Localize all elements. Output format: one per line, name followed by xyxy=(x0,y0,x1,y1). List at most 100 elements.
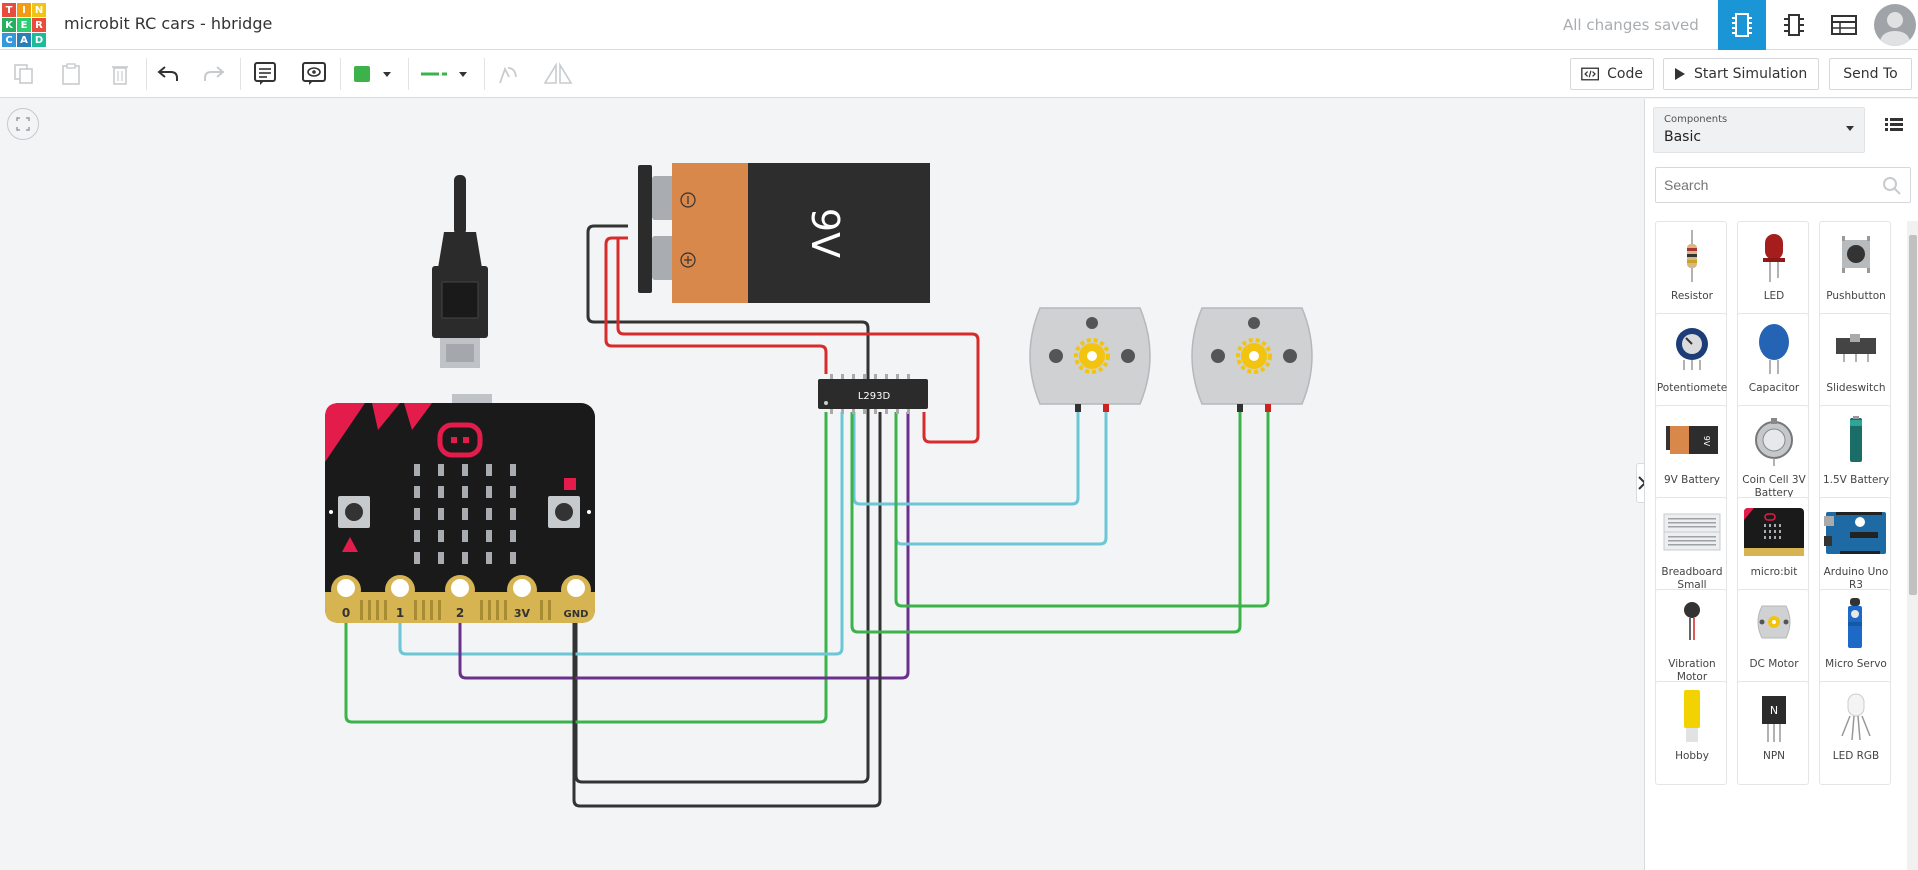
flip-icon xyxy=(543,62,573,84)
user-avatar[interactable] xyxy=(1874,4,1916,46)
circuit-drawing: 9V L293D 0 1 2 3V GND xyxy=(325,163,1313,808)
battery-label: 9V xyxy=(803,208,847,258)
component-hobby-gearmotor[interactable]: Hobby xyxy=(1655,681,1727,785)
component-search[interactable] xyxy=(1655,167,1911,203)
undo-button[interactable] xyxy=(152,58,184,90)
battery-9v: 9V xyxy=(638,163,930,303)
flip-button[interactable] xyxy=(542,58,574,90)
component-microbit[interactable]: micro:bit xyxy=(1737,497,1809,601)
component-led-rgb[interactable]: LED RGB xyxy=(1819,681,1891,785)
component-resistor[interactable]: Resistor xyxy=(1655,221,1727,325)
chevron-down-icon xyxy=(383,72,391,77)
search-icon[interactable] xyxy=(1882,176,1902,196)
component-list-button[interactable] xyxy=(1820,0,1868,50)
logo-letter: D xyxy=(32,33,46,47)
component-pushbutton[interactable]: Pushbutton xyxy=(1819,221,1891,325)
component-dc-motor[interactable]: DC Motor xyxy=(1737,589,1809,693)
component-arduino-uno[interactable]: Arduino Uno R3 xyxy=(1819,497,1891,601)
component-label: Resistor xyxy=(1671,290,1713,302)
component-label: Slideswitch xyxy=(1826,382,1886,394)
wire-type-dropdown[interactable] xyxy=(414,58,474,90)
paste-icon xyxy=(62,63,80,85)
component-label: DC Motor xyxy=(1749,658,1799,670)
top-bar: T I N K E R C A D microbit RC cars - hbr… xyxy=(0,0,1918,50)
design-title[interactable]: microbit RC cars - hbridge xyxy=(64,14,272,33)
component-vibration-motor[interactable]: Vibration Motor xyxy=(1655,589,1727,693)
component-label: LED xyxy=(1763,290,1785,302)
pin-label-2: 2 xyxy=(456,606,464,620)
copy-icon xyxy=(14,64,33,84)
wire-color-dropdown[interactable] xyxy=(348,58,398,90)
wire-motor1-a xyxy=(852,412,1080,506)
logo-letter: N xyxy=(32,3,46,17)
svg-text:9V: 9V xyxy=(1702,436,1711,447)
resistor-icon xyxy=(1687,230,1697,282)
l293d-chip: L293D xyxy=(818,374,928,414)
logo-letter: A xyxy=(17,33,31,47)
panel-scrollbar[interactable] xyxy=(1907,221,1918,870)
notes-button[interactable] xyxy=(249,58,281,90)
copy-button[interactable] xyxy=(8,58,40,90)
micro-servo-icon xyxy=(1848,598,1862,648)
table-icon xyxy=(1831,15,1857,35)
microbit-board: 0 1 2 3V GND xyxy=(325,394,595,623)
chevron-down-icon xyxy=(1846,126,1854,131)
scrollbar-thumb[interactable] xyxy=(1909,235,1917,595)
paste-button[interactable] xyxy=(55,58,87,90)
led-icon xyxy=(1763,234,1785,282)
circuit-view-button[interactable] xyxy=(1718,0,1766,50)
capacitor-icon xyxy=(1759,324,1789,374)
npn-transistor-icon: N xyxy=(1762,696,1786,742)
components-dropdown-label: Components xyxy=(1664,114,1728,125)
pushbutton-icon xyxy=(1842,236,1870,273)
circuit-canvas[interactable]: 9V L293D 0 1 2 3V GND xyxy=(0,99,1644,870)
logo-letter: E xyxy=(17,18,31,32)
undo-icon xyxy=(157,66,178,81)
search-input[interactable] xyxy=(1664,168,1864,202)
dc-motor-icon xyxy=(1757,605,1791,639)
component-label: 9V Battery xyxy=(1663,474,1721,486)
send-to-button[interactable]: Send To xyxy=(1829,58,1912,90)
play-icon xyxy=(1675,68,1685,80)
component-potentiometer[interactable]: Potentiomete xyxy=(1655,313,1727,417)
pin-label-3v: 3V xyxy=(514,607,531,620)
wire-battery-negative xyxy=(574,224,870,784)
component-capacitor[interactable]: Capacitor xyxy=(1737,313,1809,417)
components-dropdown[interactable]: Components Basic xyxy=(1653,107,1865,153)
send-to-label: Send To xyxy=(1843,66,1898,82)
component-npn-transistor[interactable]: N NPN xyxy=(1737,681,1809,785)
potentiometer-icon xyxy=(1676,328,1708,370)
delete-button[interactable] xyxy=(104,58,136,90)
component-micro-servo[interactable]: Micro Servo xyxy=(1819,589,1891,693)
logo-letter: I xyxy=(17,3,31,17)
redo-button[interactable] xyxy=(198,58,230,90)
hobby-gearmotor-icon xyxy=(1684,690,1700,742)
tinkercad-logo[interactable]: T I N K E R C A D xyxy=(2,3,46,47)
component-led[interactable]: LED xyxy=(1737,221,1809,325)
svg-text:N: N xyxy=(1770,704,1778,717)
component-9v-battery[interactable]: 9V 9V Battery xyxy=(1655,405,1727,509)
component-label: Capacitor xyxy=(1748,382,1800,394)
microbit-icon xyxy=(1744,508,1804,556)
component-coin-cell[interactable]: Coin Cell 3V Battery xyxy=(1737,405,1809,509)
save-status: All changes saved xyxy=(1563,16,1699,34)
toggle-notes-button[interactable] xyxy=(298,58,330,90)
pin-label-gnd: GND xyxy=(564,609,589,620)
component-breadboard-small[interactable]: Breadboard Small xyxy=(1655,497,1727,601)
component-grid: Resistor LED Pushbutton Potentiomete Cap… xyxy=(1655,221,1901,870)
arduino-icon xyxy=(1824,512,1886,554)
rotate-button[interactable] xyxy=(492,58,524,90)
chevron-down-icon xyxy=(459,72,467,77)
component-slideswitch[interactable]: Slideswitch xyxy=(1819,313,1891,417)
start-simulation-label: Start Simulation xyxy=(1694,66,1808,82)
list-view-button[interactable] xyxy=(1885,117,1903,137)
battery-aa-icon xyxy=(1850,416,1862,462)
component-label: Hobby xyxy=(1675,750,1709,762)
start-simulation-button[interactable]: Start Simulation xyxy=(1663,58,1819,90)
component-1-5v-battery[interactable]: 1.5V Battery xyxy=(1819,405,1891,509)
coin-cell-icon xyxy=(1755,418,1793,466)
schematic-view-button[interactable] xyxy=(1770,0,1818,50)
battery-9v-icon: 9V xyxy=(1666,426,1718,454)
code-button[interactable]: Code xyxy=(1570,58,1654,90)
note-icon xyxy=(254,62,276,85)
